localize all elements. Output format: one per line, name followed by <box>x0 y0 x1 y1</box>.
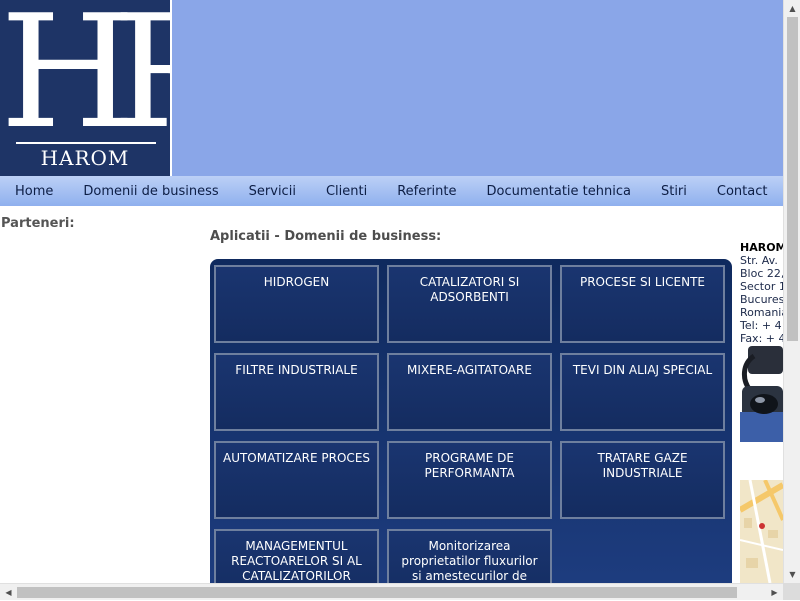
tile-mixere-agitatoare[interactable]: MIXERE-AGITATOARE <box>387 353 552 431</box>
nav-documentatie-tehnica[interactable]: Documentatie tehnica <box>472 184 646 199</box>
logo-monogram: HR <box>0 0 230 163</box>
scroll-up-icon[interactable]: ▲ <box>784 0 800 17</box>
contact-line: Str. Av. <box>740 254 778 267</box>
contact-line: Romania <box>740 306 783 319</box>
horizontal-scroll-thumb[interactable] <box>17 587 737 598</box>
scroll-right-icon[interactable]: ▶ <box>766 584 783 601</box>
contact-block: HAROM Str. Av. Bloc 22, Sector 1 Bucures… <box>740 241 783 345</box>
location-map[interactable] <box>738 479 783 583</box>
section-title: Aplicatii - Domenii de business: <box>210 229 442 244</box>
phone-image <box>740 346 783 450</box>
scroll-left-icon[interactable]: ◀ <box>0 584 17 601</box>
nav-stiri[interactable]: Stiri <box>646 184 702 199</box>
tile-procese-si-licente[interactable]: PROCESE SI LICENTE <box>560 265 725 343</box>
page-viewport: HR HAROM Home Domenii de business Servic… <box>0 0 783 583</box>
nav-contact[interactable]: Contact <box>702 184 783 199</box>
scrollbar-corner <box>783 583 800 600</box>
tile-hidrogen[interactable]: HIDROGEN <box>214 265 379 343</box>
tile-filtre-industriale[interactable]: FILTRE INDUSTRIALE <box>214 353 379 431</box>
nav-domenii-de-business[interactable]: Domenii de business <box>68 184 233 199</box>
nav-home[interactable]: Home <box>0 184 68 199</box>
contact-line: Bloc 22, <box>740 267 783 280</box>
vertical-scrollbar[interactable]: ▲ ▼ <box>783 0 800 583</box>
tile-tratare-gaze-industriale[interactable]: TRATARE GAZE INDUSTRIALE <box>560 441 725 519</box>
partners-heading: Parteneri: <box>1 216 75 231</box>
tile-catalizatori-si-adsorbenti[interactable]: CATALIZATORI SI ADSORBENTI <box>387 265 552 343</box>
scroll-down-icon[interactable]: ▼ <box>784 566 800 583</box>
nav-clienti[interactable]: Clienti <box>311 184 382 199</box>
contact-line: Sector 1 <box>740 280 783 293</box>
tile-programe-de-performanta[interactable]: PROGRAME DE PERFORMANTA <box>387 441 552 519</box>
nav-referinte[interactable]: Referinte <box>382 184 471 199</box>
contact-company: HAROM <box>740 241 783 254</box>
horizontal-scrollbar[interactable]: ◀ ▶ <box>0 583 783 600</box>
contact-phone: Tel: + 4 <box>740 319 782 332</box>
logo-wordmark: HAROM <box>40 146 130 170</box>
tile-monitorizarea-fluxurilor[interactable]: Monitorizarea proprietatilor fluxurilor … <box>387 529 552 583</box>
tile-tevi-din-aliaj-special[interactable]: TEVI DIN ALIAJ SPECIAL <box>560 353 725 431</box>
main-navigation: Home Domenii de business Servicii Client… <box>0 176 783 206</box>
vertical-scroll-thumb[interactable] <box>787 17 798 341</box>
harom-logo[interactable]: HR HAROM <box>0 0 230 176</box>
header-banner <box>172 0 783 176</box>
business-domains-panel: HIDROGEN CATALIZATORI SI ADSORBENTI PROC… <box>210 259 732 583</box>
nav-servicii[interactable]: Servicii <box>234 184 311 199</box>
contact-line: Bucures <box>740 293 783 306</box>
logo-rule <box>16 142 156 144</box>
tile-automatizare-proces[interactable]: AUTOMATIZARE PROCES <box>214 441 379 519</box>
contact-fax: Fax: + 4 <box>740 332 783 345</box>
tile-managementul-reactoarelor[interactable]: MANAGEMENTUL REACTOARELOR SI AL CATALIZA… <box>214 529 379 583</box>
